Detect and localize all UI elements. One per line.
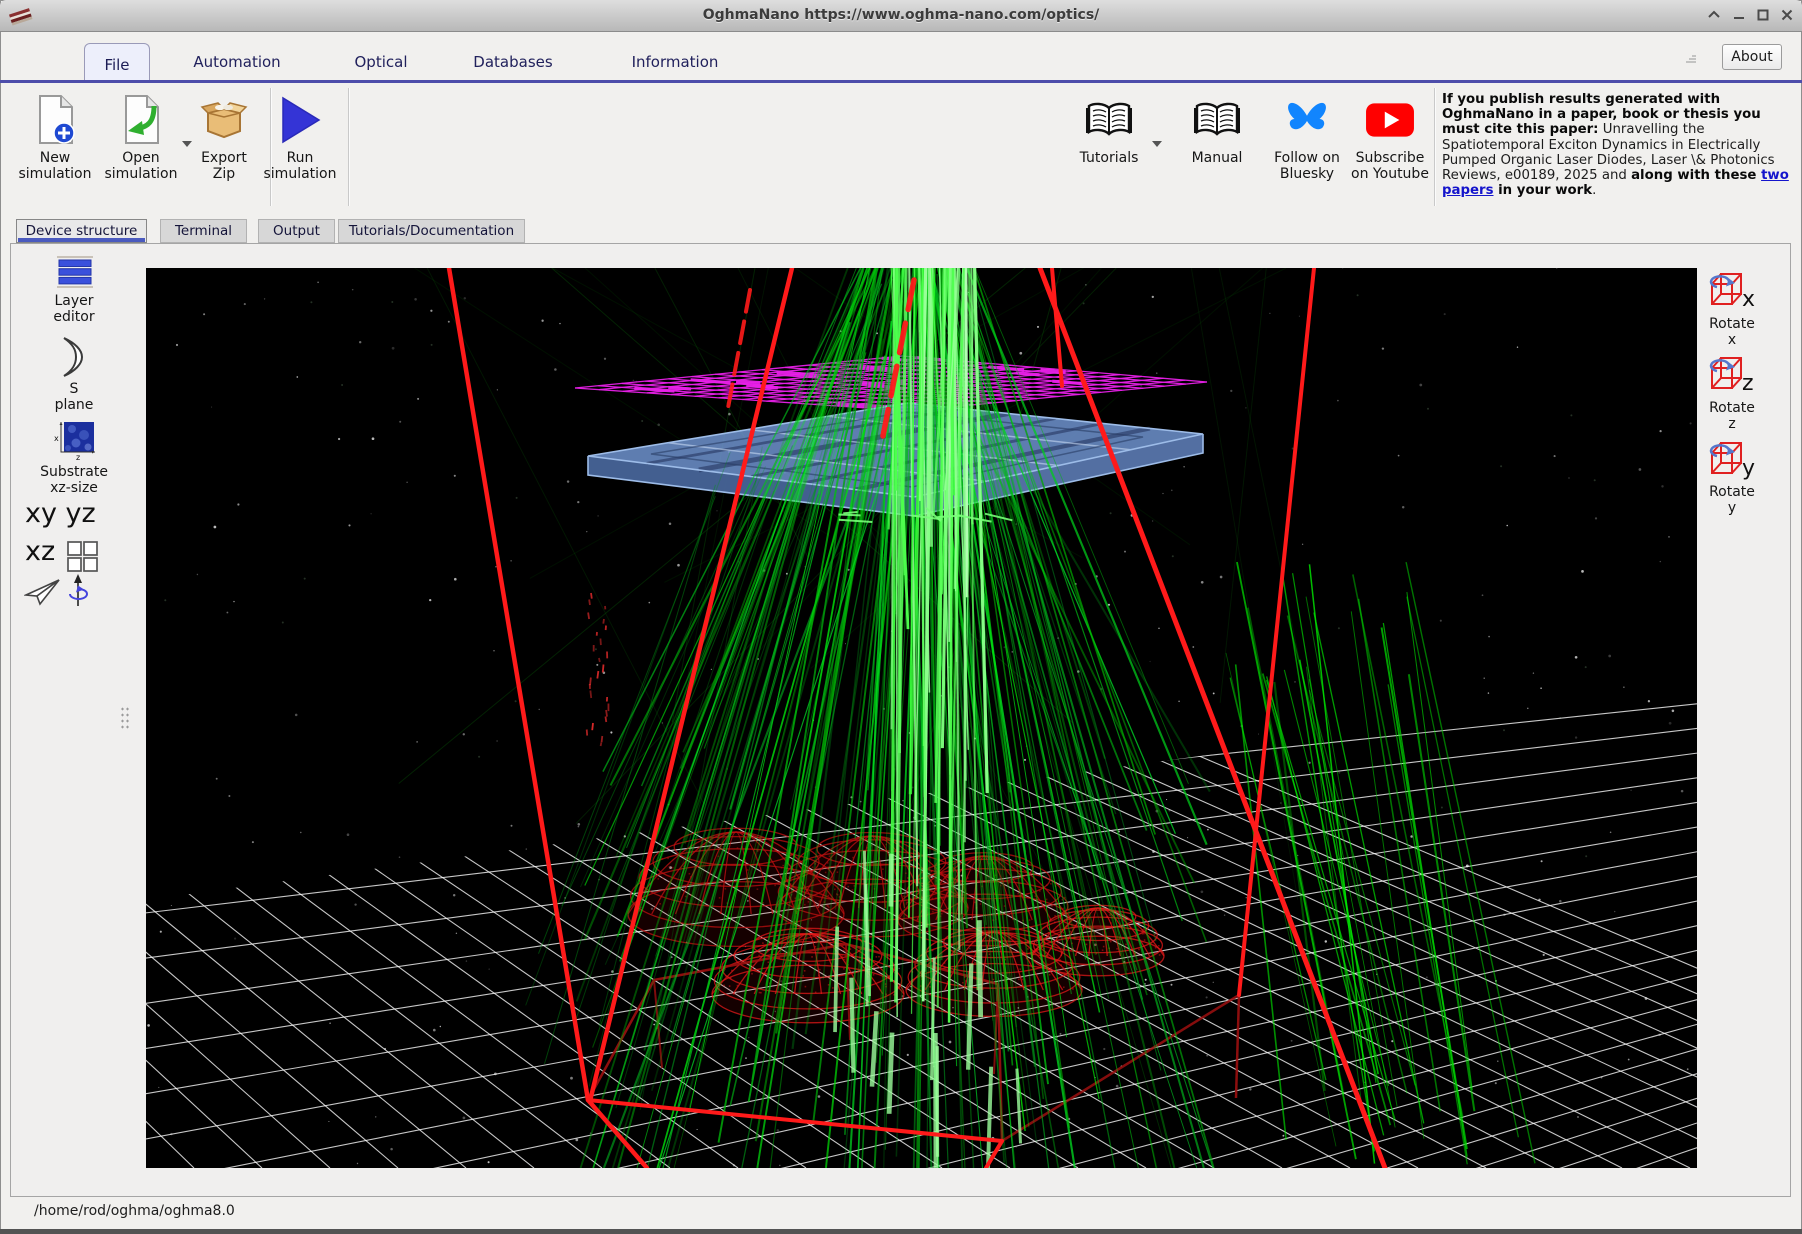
run-simulation-icon [278, 92, 322, 148]
menu-underline [0, 80, 1802, 83]
rotate-y-button[interactable]: y [1708, 440, 1764, 484]
rotate-z-button[interactable]: z [1708, 355, 1764, 399]
tutorials-button[interactable]: Tutorials [1066, 92, 1152, 204]
shade-icon[interactable] [1706, 7, 1724, 24]
open-simulation-button[interactable]: Opensimulation [99, 92, 183, 204]
minimize-icon[interactable] [1731, 7, 1749, 24]
svg-text:x: x [54, 434, 59, 443]
layer-editor-button[interactable] [56, 256, 94, 292]
bluesky-butterfly-icon [1285, 92, 1329, 148]
youtube-icon [1365, 92, 1415, 148]
export-zip-icon [199, 92, 249, 148]
rotate-y-cube-icon [1708, 440, 1746, 480]
new-simulation-icon [32, 92, 78, 148]
toolbar-separator [1434, 88, 1436, 206]
rotate-scene-button[interactable] [66, 574, 90, 614]
substrate-icon: x z [54, 419, 98, 461]
rotate-x-cube-icon [1708, 271, 1746, 311]
export-zip-button[interactable]: ExportZip [186, 92, 262, 204]
resize-grip-icon [1684, 52, 1698, 64]
rotate-x-button[interactable]: x [1708, 271, 1764, 315]
3d-viewport[interactable] [146, 268, 1697, 1168]
four-view-button[interactable] [66, 540, 100, 578]
svg-text:z: z [76, 453, 80, 461]
tutorials-dropdown-icon[interactable] [1152, 141, 1162, 147]
bottom-strip [0, 1229, 1802, 1234]
tab-information[interactable]: Information [610, 47, 740, 77]
rotate-z-cube-icon [1708, 355, 1746, 395]
statusbar-path: /home/rod/oghma/oghma8.0 [34, 1203, 235, 1219]
four-view-grid-icon [66, 540, 100, 574]
fly-scene-button[interactable] [24, 578, 62, 610]
view-xz-button[interactable]: xz [25, 536, 55, 567]
tab-optical[interactable]: Optical [342, 47, 420, 77]
rotate-x-label: Rotatex [1696, 316, 1768, 348]
about-button[interactable]: About [1722, 44, 1782, 70]
close-icon[interactable] [1779, 7, 1797, 24]
layer-editor-label: Layereditor [18, 293, 130, 325]
oghmanano-window: OghmaNano https://www.oghma-nano.com/opt… [0, 0, 1802, 1234]
toolbar-separator [348, 88, 350, 206]
tab-output[interactable]: Output [258, 219, 335, 243]
citation-text: If you publish results generated with Og… [1442, 92, 1798, 198]
substrate-xz-size-button[interactable]: x z [54, 419, 98, 465]
titlebar[interactable]: OghmaNano https://www.oghma-nano.com/opt… [0, 0, 1802, 32]
youtube-button[interactable]: Subscribeon Youtube [1347, 92, 1433, 204]
run-simulation-button[interactable]: Runsimulation [258, 92, 342, 204]
manual-book-icon [1193, 92, 1241, 148]
rotate-axis-icon [66, 574, 90, 610]
manual-button[interactable]: Manual [1174, 92, 1260, 204]
tutorials-book-icon [1085, 92, 1133, 148]
paper-plane-icon [24, 578, 62, 606]
tab-terminal[interactable]: Terminal [160, 219, 247, 243]
tab-file[interactable]: File [84, 43, 150, 81]
tab-tutorials-documentation[interactable]: Tutorials/Documentation [338, 219, 525, 243]
new-simulation-button[interactable]: Newsimulation [13, 92, 97, 204]
window-title: OghmaNano https://www.oghma-nano.com/opt… [0, 0, 1802, 31]
sidebar-resize-handle[interactable] [120, 706, 130, 730]
tab-automation[interactable]: Automation [172, 47, 302, 77]
s-plane-icon [60, 336, 86, 378]
tab-databases[interactable]: Databases [452, 47, 574, 77]
open-simulation-icon [118, 92, 164, 148]
s-plane-label: Splane [18, 381, 130, 413]
substrate-xz-size-label: Substratexz-size [18, 464, 130, 496]
s-plane-button[interactable] [60, 336, 86, 382]
layer-editor-icon [56, 256, 94, 288]
rotate-y-label: Rotatey [1696, 484, 1768, 516]
rotate-z-label: Rotatez [1696, 400, 1768, 432]
tab-device-structure[interactable]: Device structure [16, 219, 147, 243]
optical-simulation-scene [146, 268, 1697, 1168]
view-xy-yz-button[interactable]: xy yz [25, 498, 96, 529]
bluesky-button[interactable]: Follow onBluesky [1264, 92, 1350, 204]
maximize-icon[interactable] [1755, 7, 1773, 24]
